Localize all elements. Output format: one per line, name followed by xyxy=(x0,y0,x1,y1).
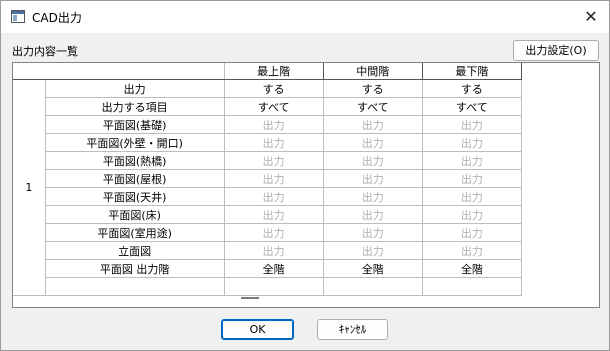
header-corner-cell xyxy=(13,63,225,80)
table-row: 平面図(屋根) 出力 出力 出力 xyxy=(13,169,598,188)
table-row: 平面図(熱橋) 出力 出力 出力 xyxy=(13,151,598,170)
table-row: 平面図(基礎) 出力 出力 出力 xyxy=(13,115,598,134)
value-cell: 出力 xyxy=(223,205,324,224)
value-cell: 出力 xyxy=(322,187,423,206)
blank-cell xyxy=(421,277,522,296)
title-bar: CAD出力 ✕ xyxy=(1,1,609,33)
grid-empty-area xyxy=(521,63,598,80)
row-label: 平面図(床) xyxy=(44,205,225,224)
grid-empty-area xyxy=(521,169,598,188)
table-row: 1 出力 する する する xyxy=(13,79,598,296)
value-cell: 出力 xyxy=(421,151,522,170)
output-settings-button[interactable]: 出力設定(O) xyxy=(513,40,599,61)
grid-empty-area xyxy=(521,133,598,152)
value-cell: 出力 xyxy=(322,169,423,188)
row-label: 平面図 出力階 xyxy=(44,259,225,278)
row-label: 平面図(基礎) xyxy=(44,115,225,134)
value-cell: 出力 xyxy=(223,187,324,206)
value-cell[interactable]: 全階 xyxy=(421,259,522,278)
row-label: 平面図(天井) xyxy=(44,187,225,206)
value-cell[interactable]: 全階 xyxy=(322,259,423,278)
table-row: 平面図(天井) 出力 出力 出力 xyxy=(13,187,598,206)
table-row: 平面図(外壁・開口) 出力 出力 出力 xyxy=(13,133,598,152)
grid-empty-area xyxy=(521,205,598,224)
blank-cell xyxy=(322,277,423,296)
column-header[interactable]: 中間階 xyxy=(322,63,423,80)
table-row: 平面図(室用途) 出力 出力 出力 xyxy=(13,223,598,242)
value-cell[interactable]: すべて xyxy=(223,97,324,116)
resize-handle[interactable] xyxy=(241,297,259,299)
value-cell[interactable]: すべて xyxy=(421,97,522,116)
grid-empty-area xyxy=(521,97,598,116)
output-table: 最上階 中間階 最下階 1 出力 する する する 出力する項目 すべて すべて すべて 平面図(基礎)… xyxy=(13,63,598,296)
ok-button[interactable]: OK xyxy=(221,319,294,340)
value-cell: 出力 xyxy=(421,169,522,188)
blank-cell xyxy=(44,277,225,296)
value-cell[interactable]: すべて xyxy=(322,97,423,116)
value-cell: 出力 xyxy=(421,133,522,152)
row-label: 出力 xyxy=(44,79,225,98)
value-cell[interactable]: する xyxy=(322,79,423,98)
app-window-icon xyxy=(11,10,25,23)
table-row: 平面図(床) 出力 出力 出力 xyxy=(13,205,598,224)
close-icon[interactable]: ✕ xyxy=(579,5,603,29)
value-cell[interactable]: する xyxy=(223,79,324,98)
value-cell: 出力 xyxy=(223,133,324,152)
value-cell: 出力 xyxy=(421,241,522,260)
blank-cell xyxy=(223,277,324,296)
table-row: 出力する項目 すべて すべて すべて xyxy=(13,97,598,116)
table-row: 平面図 出力階 全階 全階 全階 xyxy=(13,259,598,278)
row-label: 平面図(室用途) xyxy=(44,223,225,242)
grid-empty-area xyxy=(521,151,598,170)
group-number-cell: 1 xyxy=(13,79,46,296)
cancel-button[interactable]: ｷｬﾝｾﾙ xyxy=(317,319,388,340)
value-cell: 出力 xyxy=(421,223,522,242)
value-cell: 出力 xyxy=(322,241,423,260)
value-cell: 出力 xyxy=(223,169,324,188)
output-grid: 最上階 中間階 最下階 1 出力 する する する 出力する項目 すべて すべて すべて 平面図(基礎)… xyxy=(12,62,600,308)
row-label: 平面図(熱橋) xyxy=(44,151,225,170)
row-label: 平面図(外壁・開口) xyxy=(44,133,225,152)
value-cell: 出力 xyxy=(322,133,423,152)
value-cell: 出力 xyxy=(322,205,423,224)
value-cell: 出力 xyxy=(322,115,423,134)
value-cell: 出力 xyxy=(421,205,522,224)
table-row: 立面図 出力 出力 出力 xyxy=(13,241,598,260)
value-cell: 出力 xyxy=(223,241,324,260)
column-header[interactable]: 最下階 xyxy=(421,63,522,80)
grid-empty-area xyxy=(521,79,598,98)
grid-empty-area xyxy=(521,115,598,134)
value-cell: 出力 xyxy=(421,115,522,134)
value-cell[interactable]: 全階 xyxy=(223,259,324,278)
row-label: 立面図 xyxy=(44,241,225,260)
grid-empty-area xyxy=(521,241,598,260)
window-title: CAD出力 xyxy=(32,11,82,25)
value-cell: 出力 xyxy=(421,187,522,206)
value-cell: 出力 xyxy=(223,151,324,170)
value-cell: 出力 xyxy=(223,115,324,134)
cad-output-dialog: CAD出力 ✕ 出力内容一覧 出力設定(O) 最上階 中間階 最下階 1 出力 する するす… xyxy=(0,0,610,351)
row-label: 出力する項目 xyxy=(44,97,225,116)
row-label: 平面図(屋根) xyxy=(44,169,225,188)
column-header[interactable]: 最上階 xyxy=(223,63,324,80)
grid-empty-area xyxy=(521,187,598,206)
grid-empty-area xyxy=(521,259,598,278)
blank-row xyxy=(13,277,598,296)
value-cell: 出力 xyxy=(223,223,324,242)
value-cell: 出力 xyxy=(322,151,423,170)
grid-empty-area xyxy=(521,277,598,296)
value-cell: 出力 xyxy=(322,223,423,242)
grid-empty-area xyxy=(521,223,598,242)
output-list-label: 出力内容一覧 xyxy=(12,45,78,58)
value-cell[interactable]: する xyxy=(421,79,522,98)
